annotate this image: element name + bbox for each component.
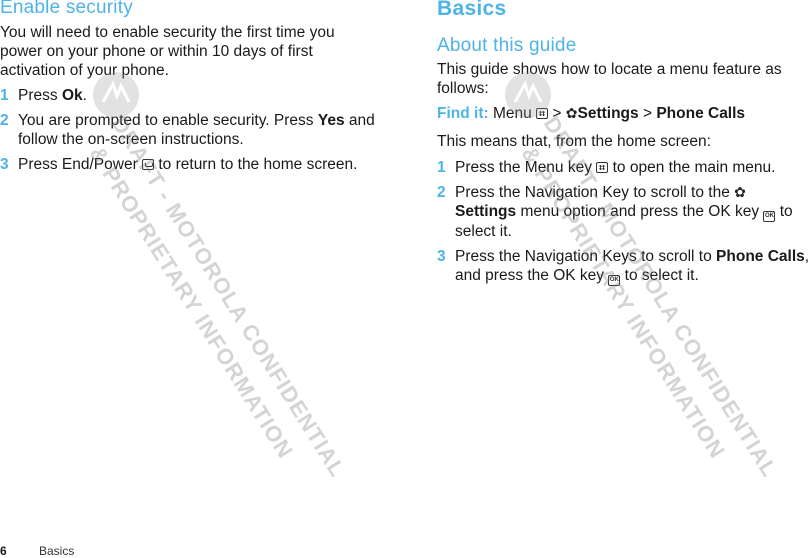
phone-calls-label: Phone Calls [656, 105, 746, 122]
means-text: This means that, from the home screen: [437, 133, 711, 150]
step-number: 2 [0, 112, 9, 129]
intro-paragraph: You will need to enable security the fir… [0, 24, 335, 79]
settings-label: Settings [577, 105, 639, 122]
chapter-title: Basics [437, 0, 507, 20]
ok-key-icon: OK [763, 211, 776, 222]
step-number: 2 [437, 184, 446, 201]
step-item: 1 Press the Menu key to open the main me… [437, 159, 776, 176]
security-steps: 1 Press Ok. 2 You are prompted to enable… [0, 86, 395, 174]
right-column: Basics About this guide This guide shows… [437, 0, 810, 292]
find-it-label: Find it: [437, 105, 489, 122]
settings-gear-icon: ✿ [734, 184, 746, 200]
guide-intro: This guide shows how to locate a menu fe… [437, 61, 782, 97]
settings-label: Settings [455, 203, 517, 220]
phone-calls-label: Phone Calls [716, 248, 805, 265]
watermark-text: & PROPRIETARY INFORMATION [84, 142, 299, 463]
guide-steps: 1 Press the Menu key to open the main me… [437, 158, 810, 286]
left-column: Enable security You will need to enable … [0, 0, 395, 180]
section-heading-about-guide: About this guide [437, 35, 577, 56]
step-number: 3 [0, 156, 9, 173]
section-heading-enable-security: Enable security [0, 0, 133, 18]
step-number: 1 [0, 87, 9, 104]
find-it-line: Find it: Menu > ✿Settings > Phone Calls [437, 105, 746, 122]
step-item: 2 Press the Navigation Key to scroll to … [437, 184, 793, 240]
ok-label: Ok [61, 87, 83, 104]
step-number: 1 [437, 159, 446, 176]
step-item: 3 Press the Navigation Keys to scroll to… [437, 248, 810, 286]
menu-key-icon [596, 162, 609, 173]
power-key-icon [142, 159, 155, 170]
menu-key-icon [536, 108, 549, 119]
step-item: 2 You are prompted to enable security. P… [0, 112, 375, 148]
settings-gear-icon: ✿ [565, 105, 578, 121]
step-number: 3 [437, 248, 446, 265]
ok-key-icon: OK [608, 275, 621, 286]
step-item: 1 Press Ok. [0, 87, 87, 104]
yes-label: Yes [317, 112, 345, 129]
step-item: 3 Press End/Power to return to the home … [0, 156, 358, 173]
